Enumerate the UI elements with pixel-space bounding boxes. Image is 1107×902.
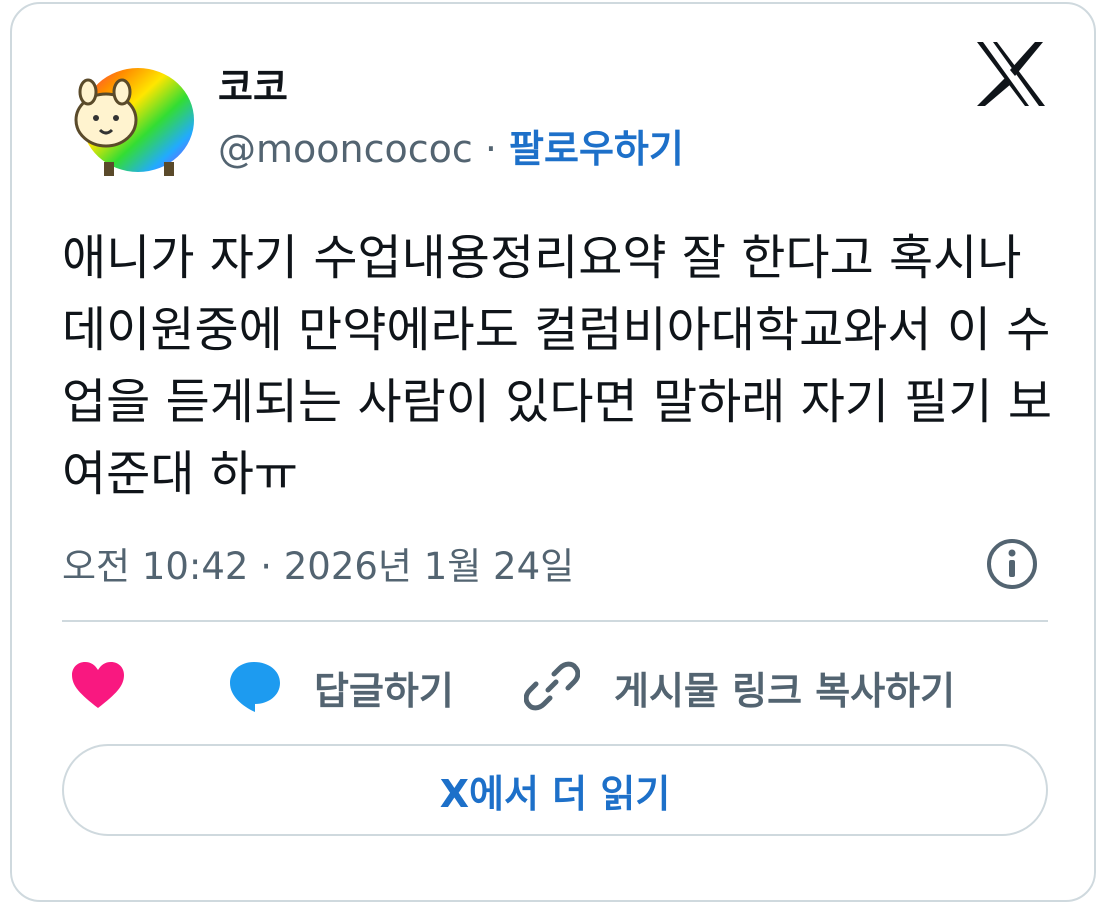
tweet-timestamp[interactable]: 오전 10:42 · 2026년 1월 24일 xyxy=(62,536,574,590)
x-logo-icon[interactable] xyxy=(975,40,1047,108)
link-icon[interactable] xyxy=(524,658,580,714)
author-display-name[interactable]: 코코 xyxy=(218,56,288,111)
avatar[interactable] xyxy=(64,62,196,180)
copy-link-button[interactable]: 게시물 링크 복사하기 xyxy=(614,660,955,715)
read-more-on-x-button[interactable]: X에서 더 읽기 xyxy=(62,744,1048,836)
handle-separator: · xyxy=(472,127,510,171)
tweet-text: 애니가 자기 수업내용정리요약 잘 한다고 혹시나 데이원중에 만약에라도 컬럼… xyxy=(62,230,1053,502)
reply-button[interactable]: 답글하기 xyxy=(314,660,454,715)
author-handle-row: @mooncococ · 팔로우하기 xyxy=(218,118,684,173)
divider xyxy=(62,620,1048,622)
reply-bubble-icon[interactable] xyxy=(226,658,282,714)
follow-link[interactable]: 팔로우하기 xyxy=(509,127,684,171)
info-icon[interactable] xyxy=(985,537,1039,591)
actions-bar: 답글하기 게시물 링크 복사하기 xyxy=(62,656,1048,716)
heart-icon[interactable] xyxy=(70,660,126,710)
author-handle[interactable]: @mooncococ xyxy=(218,127,473,171)
